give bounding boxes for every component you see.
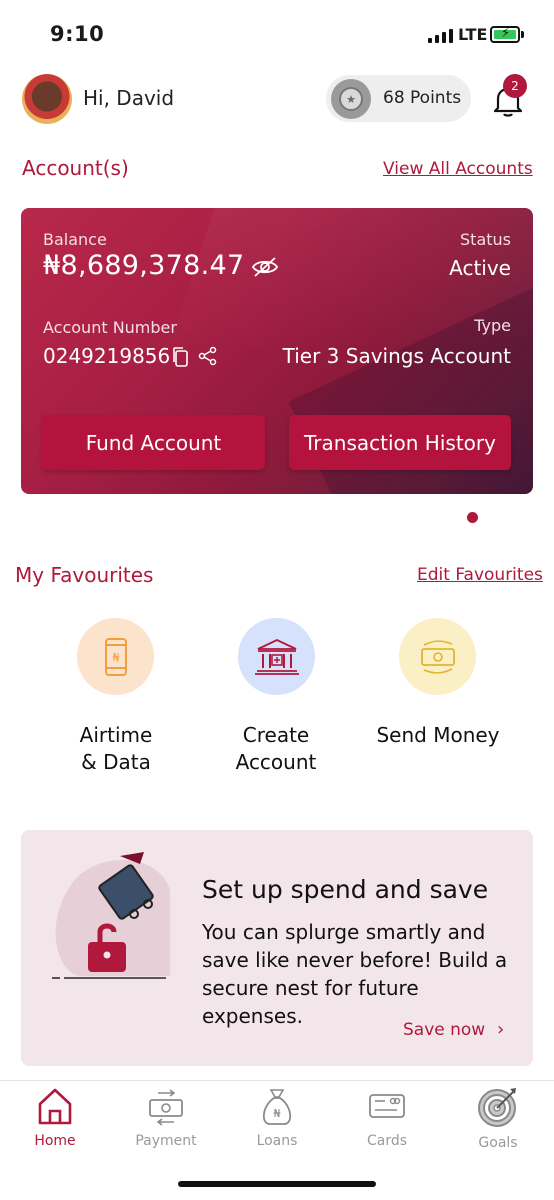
cash-icon (399, 618, 476, 695)
battery-tip (521, 31, 524, 38)
battery-icon: ⚡ (490, 26, 520, 43)
fav-airtime[interactable]: ₦ (77, 618, 154, 695)
home-indicator (178, 1181, 376, 1187)
payment-icon (126, 1086, 206, 1130)
fav-create-account-label: Create Account (235, 723, 317, 774)
transaction-history-button[interactable]: Transaction History (289, 415, 511, 470)
accounts-title: Account(s) (22, 156, 129, 180)
promo-title: Set up spend and save (202, 875, 489, 904)
hide-balance-icon[interactable] (251, 256, 279, 282)
nav-loans[interactable]: ₦ Loans (237, 1086, 317, 1149)
svg-text:₦: ₦ (112, 651, 119, 664)
avatar[interactable] (22, 74, 72, 124)
loan-bag-icon: ₦ (237, 1086, 317, 1130)
points-label: 68 Points (383, 88, 462, 108)
save-now-link[interactable]: Save now (403, 1020, 485, 1040)
nav-payment[interactable]: Payment (126, 1086, 206, 1149)
favourites-title: My Favourites (15, 563, 154, 587)
share-icon[interactable] (198, 346, 218, 370)
carousel-dot[interactable] (467, 512, 478, 523)
nav-payment-label: Payment (135, 1133, 197, 1149)
account-number: 0249219856 (43, 344, 171, 368)
nav-home[interactable]: Home (15, 1086, 95, 1149)
nav-goals[interactable]: Goals (458, 1086, 538, 1151)
fav-create-account[interactable] (238, 618, 315, 695)
nav-goals-label: Goals (478, 1135, 518, 1151)
edit-favourites-link[interactable]: Edit Favourites (417, 565, 543, 585)
balance-label: Balance (43, 230, 107, 249)
svg-text:₦: ₦ (274, 1107, 281, 1120)
chevron-right-icon: › (497, 1019, 505, 1040)
nav-home-label: Home (34, 1133, 76, 1149)
account-number-label: Account Number (43, 318, 177, 337)
status-time: 9:10 (50, 22, 105, 46)
phone-icon: ₦ (77, 618, 154, 695)
status-label: Status (460, 230, 511, 249)
network-label: LTE (458, 25, 488, 44)
nav-loans-label: Loans (256, 1133, 298, 1149)
fund-account-button[interactable]: Fund Account (42, 415, 265, 470)
card-icon (347, 1086, 427, 1130)
nav-cards[interactable]: Cards (347, 1086, 427, 1149)
status-value: Active (449, 256, 511, 280)
account-card: Balance ₦8,689,378.47 Status Active Acco… (21, 208, 533, 494)
view-all-accounts-link[interactable]: View All Accounts (383, 159, 533, 179)
home-icon (15, 1086, 95, 1130)
fav-send-money[interactable] (399, 618, 476, 695)
greeting: Hi, David (83, 86, 175, 110)
balance-value: ₦8,689,378.47 (43, 250, 245, 281)
nav-cards-label: Cards (366, 1133, 408, 1149)
copy-icon[interactable] (171, 346, 189, 372)
promo-body: You can splurge smartly and save like ne… (202, 920, 508, 1028)
bank-icon (238, 618, 315, 695)
signal-icon (428, 28, 453, 43)
notification-badge: 2 (503, 74, 527, 98)
target-icon (458, 1086, 538, 1132)
padlock-illustration (48, 850, 176, 990)
fav-send-money-label: Send Money (376, 723, 500, 747)
type-label: Type (474, 316, 511, 335)
account-type: Tier 3 Savings Account (282, 344, 511, 368)
medal-icon: ★ (331, 79, 371, 119)
fav-airtime-label: Airtime & Data (79, 723, 153, 774)
